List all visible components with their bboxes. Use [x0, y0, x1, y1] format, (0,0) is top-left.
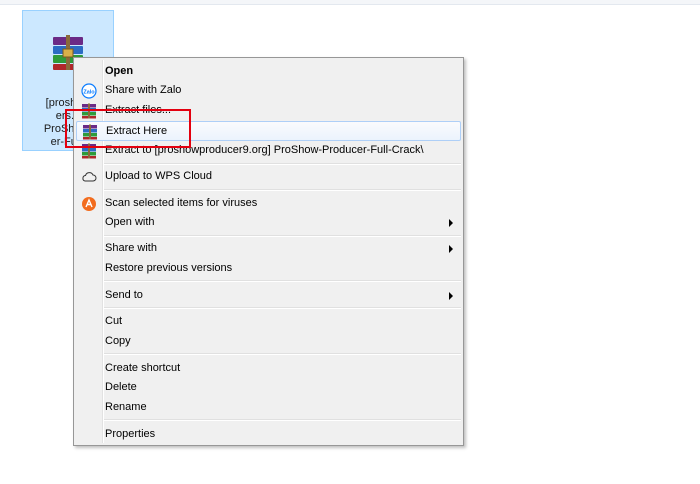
svg-text:Zalo: Zalo — [83, 90, 95, 96]
window-top-strip — [0, 0, 700, 5]
menu-separator — [104, 307, 461, 309]
zalo-icon: Zalo — [81, 83, 97, 99]
menu-item-open[interactable]: Open — [76, 62, 461, 82]
menu-item-label: Upload to WPS Cloud — [105, 170, 212, 182]
menu-item-label: Cut — [105, 315, 123, 327]
menu-item-label: Copy — [105, 335, 131, 347]
menu-separator — [104, 280, 461, 282]
submenu-arrow-icon — [449, 219, 453, 227]
menu-separator — [104, 353, 461, 355]
menu-separator — [104, 235, 461, 237]
cloud-icon — [82, 172, 97, 182]
menu-item-send-to[interactable]: Send to — [76, 286, 461, 306]
menu-item-delete[interactable]: Delete — [76, 378, 461, 398]
menu-item-label: Properties — [105, 428, 156, 440]
menu-item-scan-viruses[interactable]: Scan selected items for viruses — [76, 194, 461, 214]
menu-separator — [104, 419, 461, 421]
menu-item-create-shortcut[interactable]: Create shortcut — [76, 359, 461, 379]
menu-item-label: Scan selected items for viruses — [105, 197, 258, 209]
menu-item-restore-previous-versions[interactable]: Restore previous versions — [76, 259, 461, 279]
annotation-highlight-box — [65, 109, 191, 148]
menu-item-cut[interactable]: Cut — [76, 312, 461, 332]
menu-item-label: Delete — [105, 381, 137, 393]
menu-item-open-with[interactable]: Open with — [76, 213, 461, 233]
menu-item-properties[interactable]: Properties — [76, 425, 461, 445]
menu-item-label: Restore previous versions — [105, 262, 233, 274]
menu-item-label: Create shortcut — [105, 362, 181, 374]
menu-item-share-with[interactable]: Share with — [76, 239, 461, 259]
menu-item-upload-wps-cloud[interactable]: Upload to WPS Cloud — [76, 167, 461, 187]
menu-item-rename[interactable]: Rename — [76, 398, 461, 418]
menu-item-label: Share with — [105, 242, 157, 254]
menu-item-label: Rename — [105, 401, 147, 413]
submenu-arrow-icon — [449, 245, 453, 253]
submenu-arrow-icon — [449, 292, 453, 300]
menu-item-label: Share with Zalo — [105, 84, 182, 96]
menu-item-label: Open with — [105, 216, 155, 228]
avast-icon — [82, 197, 96, 211]
menu-item-label: Open — [105, 65, 134, 77]
menu-separator — [104, 163, 461, 165]
menu-item-copy[interactable]: Copy — [76, 332, 461, 352]
menu-item-label: Send to — [105, 289, 143, 301]
menu-item-share-with-zalo[interactable]: Zalo Share with Zalo — [76, 81, 461, 101]
menu-separator — [104, 189, 461, 191]
